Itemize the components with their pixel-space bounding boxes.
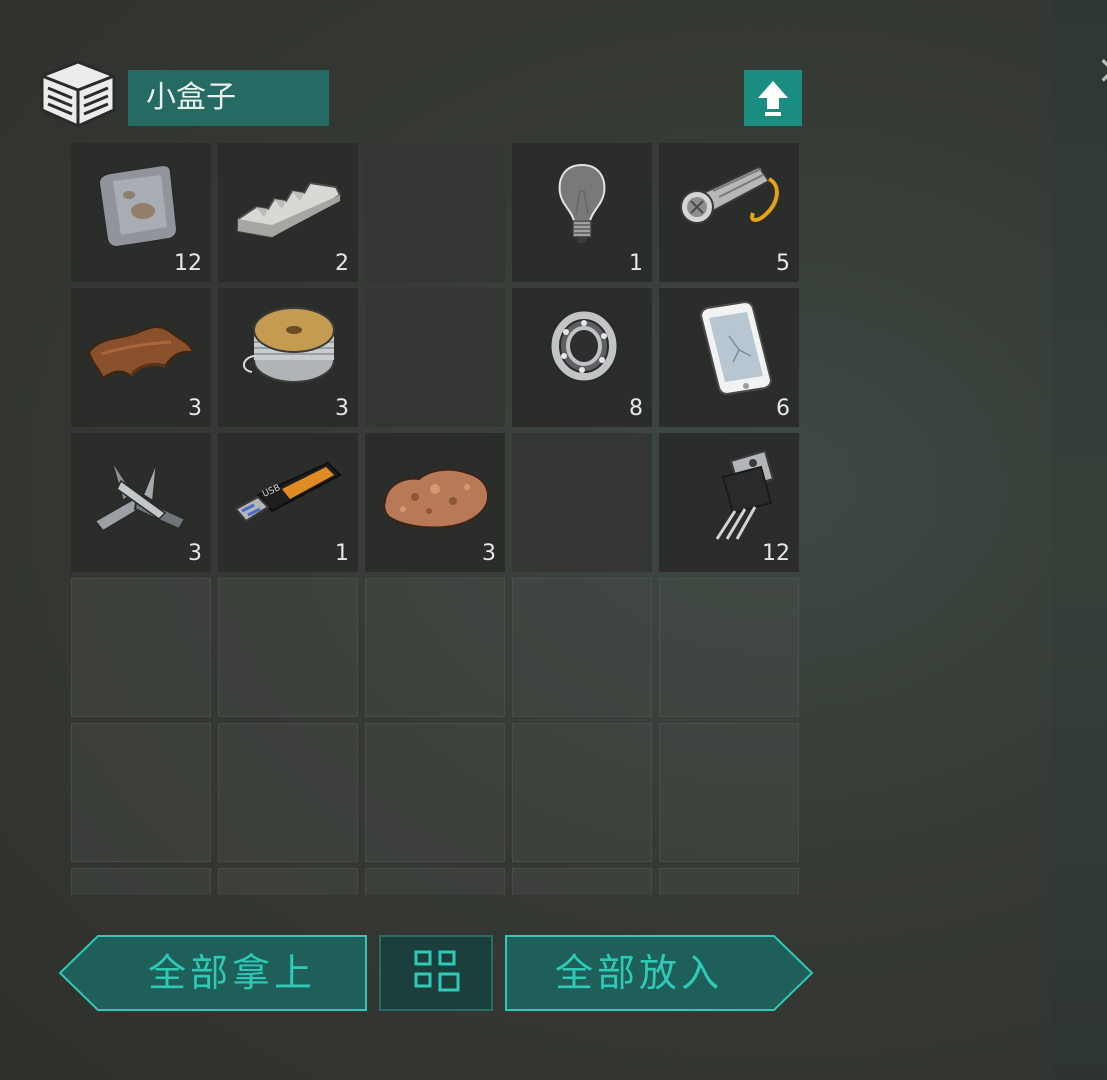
inventory-slot[interactable]: 5 bbox=[659, 143, 799, 282]
item-count: 3 bbox=[188, 541, 202, 566]
empty-slot[interactable] bbox=[659, 868, 799, 895]
empty-slot[interactable] bbox=[218, 578, 358, 717]
usb-drive-icon: USB bbox=[234, 461, 342, 523]
empty-slot[interactable] bbox=[71, 578, 211, 717]
empty-slot[interactable] bbox=[512, 578, 652, 717]
leather-icon bbox=[87, 326, 195, 380]
inventory-slot[interactable]: USB 1 bbox=[218, 433, 358, 572]
item-count: 5 bbox=[776, 251, 790, 276]
empty-slot[interactable] bbox=[365, 868, 505, 895]
inventory-slot[interactable]: 12 bbox=[71, 143, 211, 282]
grid-layout-icon bbox=[379, 935, 493, 1011]
put-all-label: 全部放入 bbox=[554, 951, 723, 995]
take-all-label: 全部拿上 bbox=[147, 951, 316, 995]
item-count: 1 bbox=[335, 541, 349, 566]
metal-ingot-icon bbox=[237, 181, 342, 239]
wire-spool-icon bbox=[243, 307, 335, 383]
empty-slot[interactable] bbox=[218, 868, 358, 895]
container-title: 小盒子 bbox=[128, 70, 329, 126]
inventory-slot[interactable]: 3 bbox=[71, 433, 211, 572]
inventory-slot[interactable] bbox=[365, 143, 505, 282]
transistor-icon bbox=[715, 449, 775, 540]
inventory-slot[interactable]: 2 bbox=[218, 143, 358, 282]
empty-slot[interactable] bbox=[71, 868, 211, 895]
inventory-slot[interactable] bbox=[512, 433, 652, 572]
metal-plate-icon bbox=[97, 163, 179, 249]
close-icon[interactable]: × bbox=[1096, 50, 1107, 90]
empty-slot[interactable] bbox=[365, 578, 505, 717]
metal-scrap-icon bbox=[93, 458, 187, 533]
upload-button[interactable] bbox=[744, 70, 802, 126]
inventory-slot[interactable]: 3 bbox=[365, 433, 505, 572]
item-count: 3 bbox=[335, 396, 349, 421]
item-count: 3 bbox=[188, 396, 202, 421]
item-count: 3 bbox=[482, 541, 496, 566]
upload-arrow-icon bbox=[758, 81, 788, 116]
empty-slot[interactable] bbox=[659, 723, 799, 862]
box-icon bbox=[40, 60, 116, 128]
empty-slot[interactable] bbox=[71, 723, 211, 862]
inventory-grid: 12 2 1 5 3 3 8 6 3 USB 1 3 12 bbox=[71, 143, 801, 895]
side-panel-edge bbox=[1052, 0, 1107, 1080]
item-count: 12 bbox=[762, 541, 790, 566]
inventory-slot[interactable]: 1 bbox=[512, 143, 652, 282]
item-count: 6 bbox=[776, 396, 790, 421]
inventory-slot[interactable]: 12 bbox=[659, 433, 799, 572]
inventory-slot[interactable]: 3 bbox=[218, 288, 358, 427]
smartphone-icon bbox=[699, 300, 773, 396]
item-count: 8 bbox=[629, 396, 643, 421]
copper-ore-icon bbox=[383, 468, 489, 529]
item-count: 12 bbox=[174, 251, 202, 276]
inventory-slot[interactable]: 8 bbox=[512, 288, 652, 427]
empty-slot[interactable] bbox=[365, 723, 505, 862]
bearing-icon bbox=[548, 308, 620, 384]
inventory-slot[interactable]: 6 bbox=[659, 288, 799, 427]
item-count: 1 bbox=[629, 251, 643, 276]
item-count: 2 bbox=[335, 251, 349, 276]
empty-slot[interactable] bbox=[218, 723, 358, 862]
light-bulb-icon bbox=[558, 163, 606, 243]
empty-slot[interactable] bbox=[512, 868, 652, 895]
inventory-slot[interactable] bbox=[365, 288, 505, 427]
action-bar: 全部拿上 全部放入 bbox=[58, 934, 816, 1014]
empty-slot[interactable] bbox=[512, 723, 652, 862]
inventory-slot[interactable]: 3 bbox=[71, 288, 211, 427]
flashlight-icon bbox=[680, 165, 779, 224]
empty-slot[interactable] bbox=[659, 578, 799, 717]
